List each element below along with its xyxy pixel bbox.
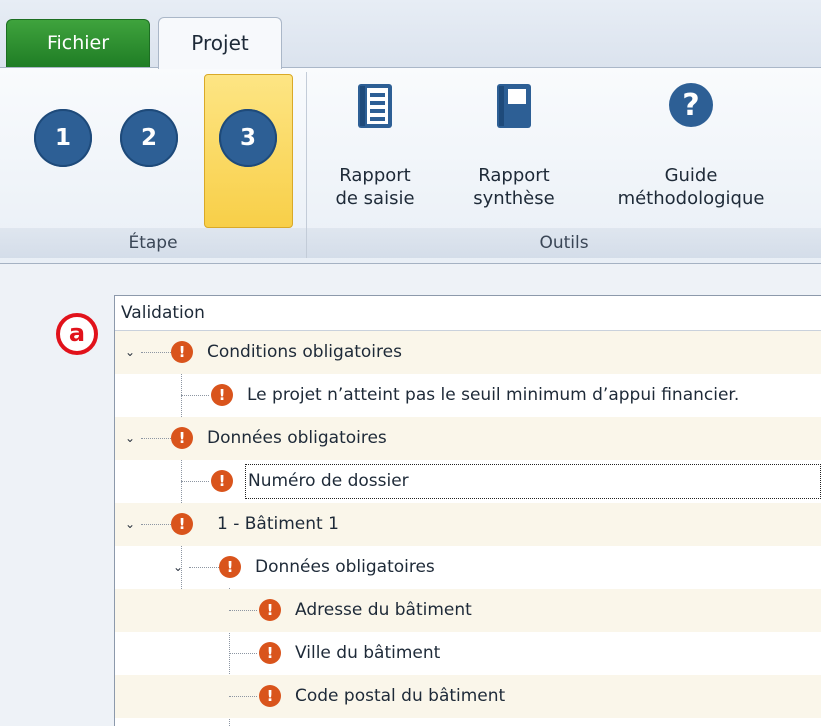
svg-text:?: ? [682,88,699,123]
tab-file[interactable]: Fichier [6,19,150,67]
tree-item[interactable]: ! Code postal du bâtiment [115,675,821,718]
tree-item[interactable]: ! Numéro de dossier [115,460,821,503]
ribbon-tab-bar: Fichier Projet [0,0,821,69]
tree-item[interactable]: ⌄ ! Conditions obligatoires [115,331,821,374]
report-entry-label-1: Rapport [339,165,411,186]
error-icon: ! [171,427,193,449]
report-summary-label-2: synthèse [473,188,555,209]
help-icon: ? [668,82,714,132]
chevron-down-icon[interactable]: ⌄ [125,518,135,530]
error-icon: ! [211,470,233,492]
error-icon: ! [211,384,233,406]
chevron-down-icon[interactable]: ⌄ [125,432,135,444]
focused-tree-item: Numéro de dossier [245,464,821,499]
error-icon: ! [259,599,281,621]
error-icon: ! [219,556,241,578]
group-label-step: Étape [0,228,306,258]
tree-item[interactable]: ! Ville du bâtiment [115,632,821,675]
error-icon: ! [171,513,193,535]
step-3-button[interactable]: 3 [219,109,277,167]
ribbon: 1 2 3 Étape Rapport de saisie Rapport sy… [0,67,821,264]
error-icon: ! [259,685,281,707]
report-entry-label-2: de saisie [335,188,415,209]
annotation-marker: a [56,313,98,355]
guide-label-2: méthodologique [617,188,765,209]
report-summary-icon [495,82,533,134]
tree-item[interactable]: ! Adresse du bâtiment [115,589,821,632]
report-summary-label-1: Rapport [478,165,550,186]
guide-methodology-button[interactable]: ? Guide méthodologique [582,68,800,228]
validation-tree[interactable]: Validation ⌄ ! Conditions obligatoires !… [114,295,821,726]
tree-header: Validation [115,296,821,331]
step-1-button[interactable]: 1 [34,109,92,167]
tree-item[interactable]: ! Le projet n’atteint pas le seuil minim… [115,374,821,417]
tree-item[interactable]: ⌄ ! Données obligatoires [115,546,821,589]
tree-item[interactable]: ⌄ ! Données obligatoires [115,417,821,460]
report-entry-button[interactable]: Rapport de saisie [323,68,427,228]
report-entry-icon [356,82,394,134]
tree-item[interactable]: ⌄ ! 1 - Bâtiment 1 [115,503,821,546]
error-icon: ! [259,642,281,664]
guide-label-1: Guide [664,165,718,186]
error-icon: ! [171,341,193,363]
step-2-button[interactable]: 2 [120,109,178,167]
tab-project[interactable]: Projet [158,17,282,69]
chevron-down-icon[interactable]: ⌄ [173,561,183,573]
report-summary-button[interactable]: Rapport synthèse [462,68,566,228]
chevron-down-icon[interactable]: ⌄ [125,346,135,358]
group-label-tools: Outils [307,228,821,258]
